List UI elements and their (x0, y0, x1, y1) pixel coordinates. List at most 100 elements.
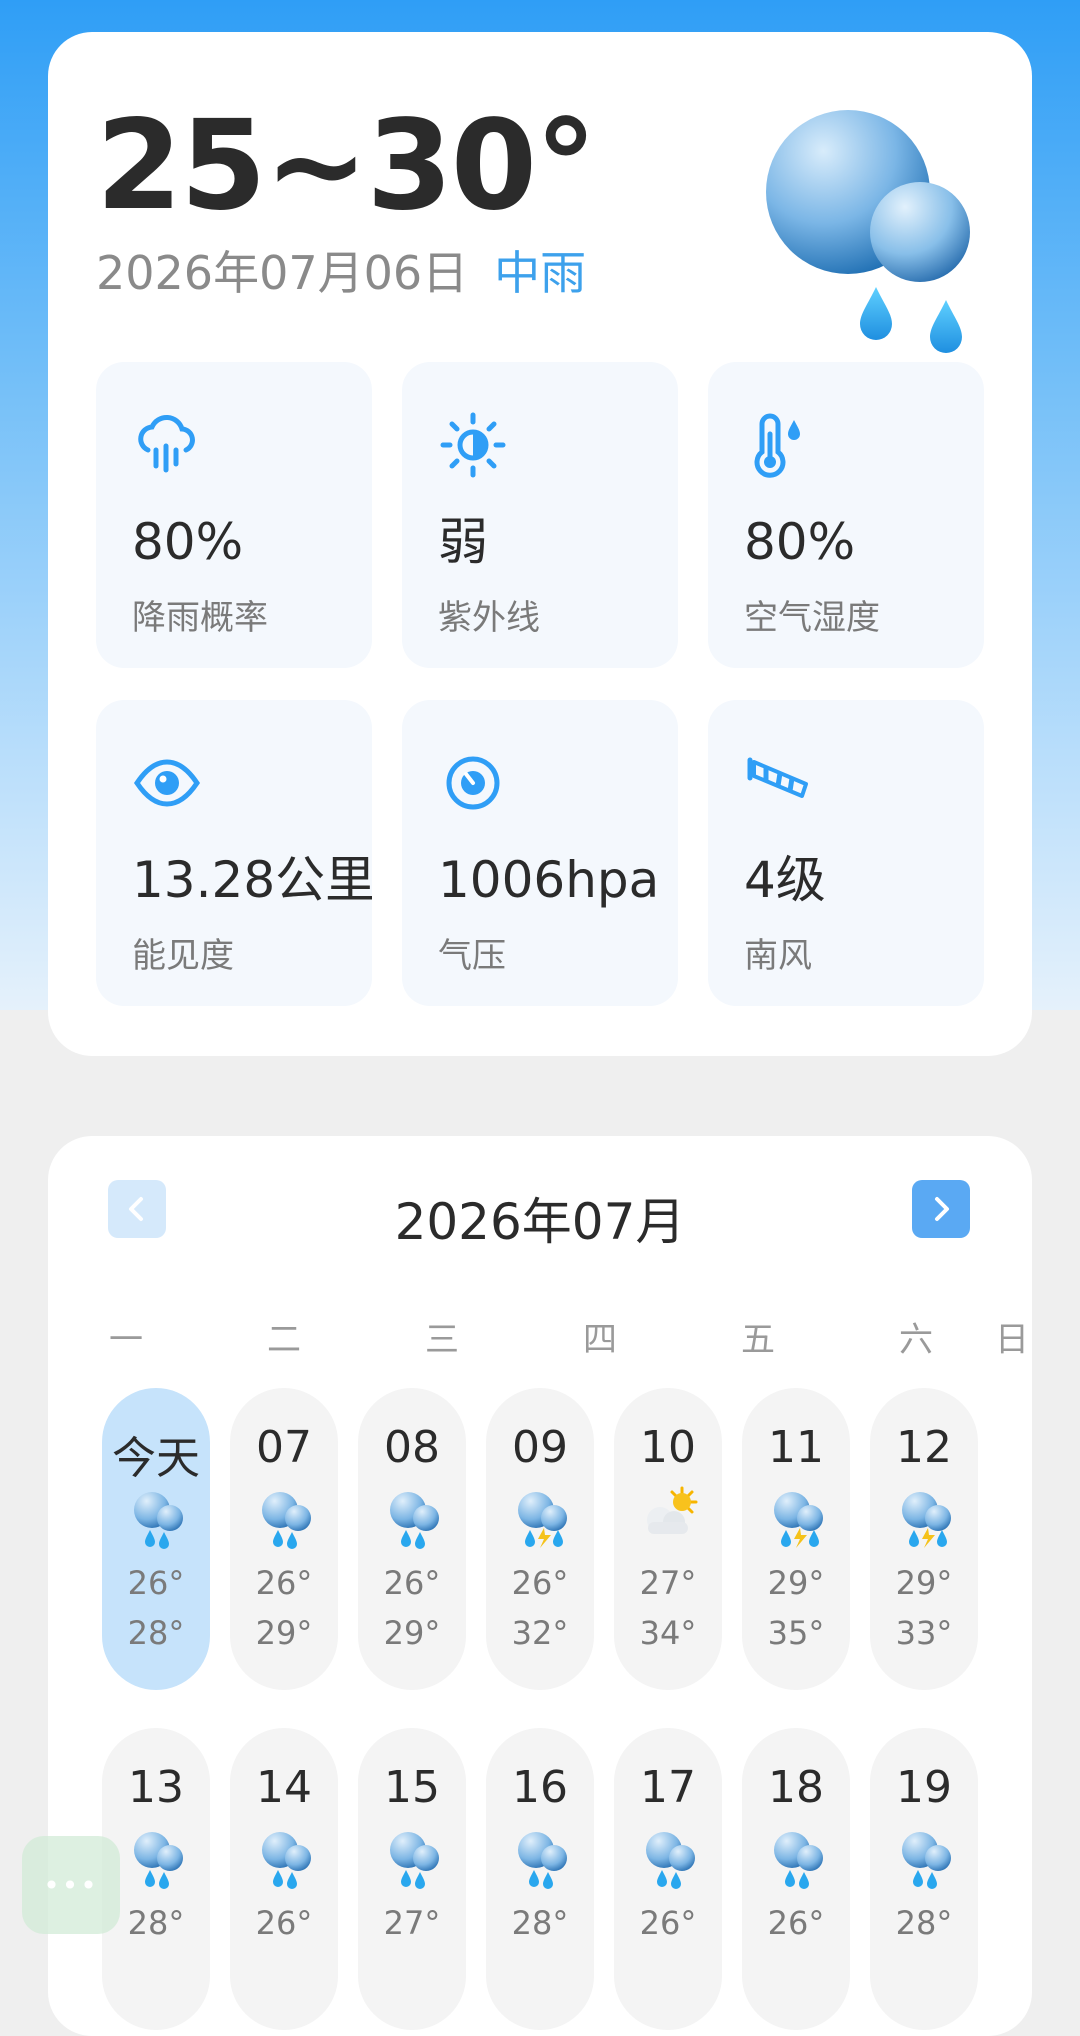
stat-value: 80% (132, 513, 244, 571)
day-low-temp: 26° (127, 1564, 185, 1602)
rain-icon (390, 1832, 439, 1889)
day-high-temp: 29° (255, 1614, 313, 1652)
rain-icon (134, 1832, 183, 1889)
day-label: 07 (256, 1422, 312, 1473)
day-label: 19 (896, 1762, 952, 1813)
calendar-day[interactable]: 09 26° 32° (486, 1388, 594, 1690)
stat-label: 南风 (744, 936, 812, 976)
weekday-label: 四 (583, 1320, 617, 1360)
stat-label: 空气湿度 (744, 598, 880, 638)
stat-label: 能见度 (132, 936, 234, 976)
rain-icon (390, 1492, 439, 1549)
calendar-day[interactable]: 07 26° 29° (230, 1388, 338, 1690)
thunder-rain-icon (902, 1492, 951, 1548)
day-label: 09 (512, 1422, 568, 1473)
stat-label: 降雨概率 (132, 598, 268, 638)
stat-value: 弱 (438, 513, 488, 571)
day-high-temp: 34° (639, 1614, 697, 1652)
calendar-day[interactable]: 11 29° 35° (742, 1388, 850, 1690)
stat-tile-uv: 弱 紫外线 (402, 362, 678, 668)
day-low-temp: 26° (383, 1564, 441, 1602)
rain-cloud-icon (766, 110, 970, 353)
day-high-temp: 33° (895, 1614, 953, 1652)
day-low-temp: 26° (767, 1904, 825, 1942)
date-line: 2026年07月06日 中雨 (96, 250, 586, 296)
eye-icon (133, 759, 201, 807)
weekday-label: 六 (899, 1320, 933, 1360)
day-label: 16 (512, 1762, 568, 1813)
calendar-day[interactable]: 10 27° 34° (614, 1388, 722, 1690)
rain-icon (134, 1492, 183, 1549)
weekday-label: 二 (267, 1320, 301, 1360)
day-low-temp: 26° (639, 1904, 697, 1942)
rain-icon (646, 1832, 695, 1889)
temperature-range: 25~30° (96, 94, 597, 238)
more-icon: ••• (43, 1868, 99, 1902)
thermometer-icon (754, 413, 800, 478)
calendar-day[interactable]: 17 26° (614, 1728, 722, 2030)
thunder-rain-icon (518, 1492, 567, 1548)
condition-text: 中雨 (494, 246, 587, 300)
month-title: 2026年07月 (394, 1193, 686, 1251)
day-high-temp: 29° (383, 1614, 441, 1652)
stat-label: 气压 (438, 936, 506, 976)
rain-icon (902, 1832, 951, 1889)
day-label: 11 (768, 1422, 824, 1473)
weekday-label: 三 (425, 1320, 459, 1360)
sun-icon (440, 412, 506, 478)
stat-value: 4级 (744, 851, 826, 909)
rain-icon (774, 1832, 823, 1889)
calendar-day-today[interactable]: 今天 26° 28° (102, 1388, 210, 1690)
stat-value: 13.28公里 (132, 851, 372, 909)
day-label: 18 (768, 1762, 824, 1813)
stat-tile-visibility: 13.28公里 能见度 (96, 700, 372, 1006)
weather-summary-card: 25~30° 2026年07月06日 中雨 80% 降雨概率 弱 紫外线 80%… (48, 32, 1032, 1056)
calendar-card: 2026年07月 一 二 三 四 五 六 日 今天 26° 28° 07 26° 29° 0… (48, 1136, 1032, 2036)
calendar-day[interactable]: 12 29° 33° (870, 1388, 978, 1690)
day-low-temp: 26° (511, 1564, 569, 1602)
day-low-temp: 26° (255, 1904, 313, 1942)
day-label: 今天 (112, 1433, 200, 1484)
day-label: 12 (896, 1422, 952, 1473)
calendar-day[interactable]: 08 26° 29° (358, 1388, 466, 1690)
day-label: 08 (384, 1422, 440, 1473)
stat-tile-wind: 4级 南风 (708, 700, 984, 1006)
day-low-temp: 26° (255, 1564, 313, 1602)
day-low-temp: 27° (639, 1564, 697, 1602)
pressure-icon (446, 756, 500, 810)
windsock-icon (747, 757, 808, 798)
more-button[interactable]: ••• (22, 1836, 120, 1934)
rain-icon (138, 415, 195, 473)
thunder-rain-icon (774, 1492, 823, 1548)
date-text: 2026年07月06日 (96, 246, 469, 300)
calendar-day[interactable]: 18 26° (742, 1728, 850, 2030)
day-low-temp: 28° (511, 1904, 569, 1942)
day-label: 17 (640, 1762, 696, 1813)
day-label: 13 (128, 1762, 184, 1813)
calendar-day[interactable]: 15 27° (358, 1728, 466, 2030)
stat-value: 80% (744, 513, 856, 571)
stat-tile-rain-probability: 80% 降雨概率 (96, 362, 372, 668)
partly-cloudy-icon (647, 1486, 698, 1534)
stat-tile-humidity: 80% 空气湿度 (708, 362, 984, 668)
weekday-label: 五 (741, 1320, 775, 1360)
next-month-button[interactable] (912, 1180, 970, 1238)
calendar-day[interactable]: 16 28° (486, 1728, 594, 2030)
stat-label: 紫外线 (438, 598, 540, 638)
day-high-temp: 32° (511, 1614, 569, 1652)
calendar-day[interactable]: 14 26° (230, 1728, 338, 2030)
day-low-temp: 29° (767, 1564, 825, 1602)
rain-icon (262, 1832, 311, 1889)
rain-icon (518, 1832, 567, 1889)
day-low-temp: 29° (895, 1564, 953, 1602)
day-high-temp: 28° (127, 1614, 185, 1652)
day-low-temp: 28° (895, 1904, 953, 1942)
stat-value: 1006hpa (438, 851, 660, 909)
stat-tile-pressure: 1006hpa 气压 (402, 700, 678, 1006)
chevron-right-icon (935, 1197, 949, 1221)
day-low-temp: 27° (383, 1904, 441, 1942)
day-high-temp: 35° (767, 1614, 825, 1652)
day-label: 15 (384, 1762, 440, 1813)
day-label: 14 (256, 1762, 312, 1813)
calendar-day[interactable]: 19 28° (870, 1728, 978, 2030)
